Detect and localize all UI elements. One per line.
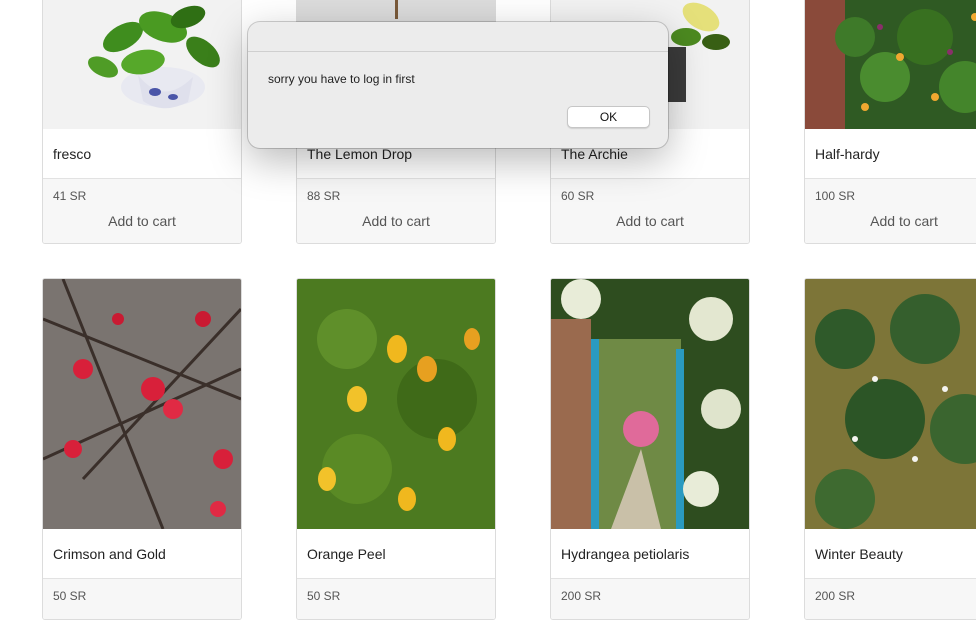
product-price: 200 SR — [561, 589, 602, 603]
product-footer: 200 SR — [805, 579, 976, 619]
dialog-titlebar — [248, 22, 668, 52]
add-to-cart-button[interactable]: Add to cart — [43, 213, 241, 229]
product-price: 50 SR — [307, 589, 341, 603]
product-card: Orange Peel 50 SR — [296, 278, 496, 620]
product-footer: 41 SR Add to cart — [43, 179, 241, 243]
product-card: Hydrangea petiolaris 200 SR — [550, 278, 750, 620]
product-image-crimson-and-gold[interactable] — [43, 279, 241, 529]
product-title[interactable]: Hydrangea petiolaris — [551, 529, 749, 579]
product-title[interactable]: Crimson and Gold — [43, 529, 241, 579]
product-card: Half-hardy 100 SR Add to cart — [804, 0, 976, 244]
product-image-winter-beauty[interactable] — [805, 279, 976, 529]
product-footer: 50 SR — [43, 579, 241, 619]
product-image-orange-peel[interactable] — [297, 279, 495, 529]
add-to-cart-button[interactable]: Add to cart — [805, 213, 976, 229]
product-footer: 88 SR Add to cart — [297, 179, 495, 243]
product-card: fresco 41 SR Add to cart — [42, 0, 242, 244]
product-price: 60 SR — [561, 189, 595, 203]
product-image-fresco[interactable] — [43, 0, 241, 129]
product-image-hydrangea-petiolaris[interactable] — [551, 279, 749, 529]
product-price: 200 SR — [815, 589, 856, 603]
product-image-half-hardy[interactable] — [805, 0, 976, 129]
product-title[interactable]: fresco — [43, 129, 241, 179]
dialog-message: sorry you have to log in first — [268, 72, 415, 86]
add-to-cart-button[interactable]: Add to cart — [551, 213, 749, 229]
product-price: 41 SR — [53, 189, 87, 203]
product-price: 88 SR — [307, 189, 341, 203]
alert-dialog: sorry you have to log in first OK — [248, 22, 668, 148]
product-price: 100 SR — [815, 189, 856, 203]
product-title[interactable]: Winter Beauty — [805, 529, 976, 579]
add-to-cart-button[interactable]: Add to cart — [297, 213, 495, 229]
product-card: Crimson and Gold 50 SR — [42, 278, 242, 620]
product-card: Winter Beauty 200 SR — [804, 278, 976, 620]
product-footer: 100 SR Add to cart — [805, 179, 976, 243]
ok-button[interactable]: OK — [567, 106, 650, 128]
product-title[interactable]: Orange Peel — [297, 529, 495, 579]
product-title[interactable]: Half-hardy — [805, 129, 976, 179]
product-footer: 50 SR — [297, 579, 495, 619]
product-price: 50 SR — [53, 589, 87, 603]
product-footer: 200 SR — [551, 579, 749, 619]
product-footer: 60 SR Add to cart — [551, 179, 749, 243]
